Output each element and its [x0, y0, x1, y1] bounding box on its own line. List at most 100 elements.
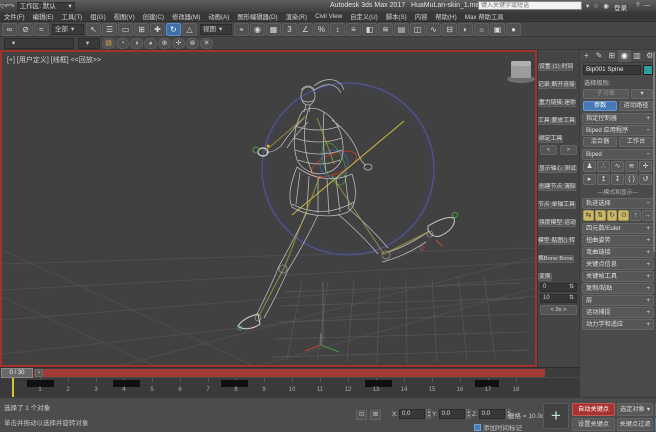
menu-item[interactable]: 图形编辑器(D) — [233, 12, 281, 21]
x-value-field[interactable]: 0.0 — [399, 409, 425, 419]
animation-key[interactable] — [113, 380, 140, 387]
object-name-field[interactable]: Bip001 Spine — [583, 65, 641, 75]
move-all-icon[interactable]: ↺ — [639, 174, 652, 185]
keyboard-override-icon[interactable]: ▦ — [266, 23, 281, 36]
strip-button[interactable]: 显示轴心 — [538, 165, 563, 173]
lock-com-icon[interactable]: ⊙ — [618, 210, 629, 221]
menu-item[interactable]: 渲染(R) — [282, 12, 311, 21]
strip-arrow-button[interactable]: > — [560, 145, 577, 155]
subobject-level-dropdown[interactable]: ▾ — [631, 89, 653, 99]
time-slider-handle[interactable]: 0 / 30 — [1, 368, 33, 378]
named-selection-dropdown[interactable]: ▾ — [4, 38, 74, 49]
favorites-icon[interactable]: ☆ — [593, 3, 599, 10]
row2-icon-6[interactable]: ⊗ — [186, 38, 199, 49]
menu-item[interactable]: 修改器(M) — [168, 12, 204, 21]
curve-editor-icon[interactable]: ∿ — [426, 23, 441, 36]
time-slider[interactable]: 0 / 30 > — [0, 367, 580, 377]
strip-nav-button[interactable]: < 3x > — [540, 305, 577, 315]
menu-item[interactable]: 工具(T) — [58, 12, 87, 21]
render-setup-icon[interactable]: ☼ — [474, 23, 489, 36]
strip-arrow-button[interactable]: < — [540, 145, 557, 155]
tab-create[interactable]: + — [580, 50, 593, 62]
row2-icon-5[interactable]: ✛ — [172, 38, 185, 49]
strip-spinner[interactable]: 10⇅ — [540, 294, 577, 303]
rect-selection-icon[interactable]: ▭ — [118, 23, 133, 36]
strip-spinner[interactable]: 0⇅ — [540, 283, 577, 292]
percent-snap-icon[interactable]: % — [314, 23, 329, 36]
named-selection-sets-icon[interactable]: ≡ — [346, 23, 361, 36]
reference-coordinate-dropdown[interactable]: 视图▾ — [200, 24, 232, 35]
layer-list-icon[interactable]: ▤ — [102, 38, 115, 49]
object-color-swatch[interactable] — [643, 65, 653, 75]
perspective-viewport[interactable]: [+] [用户定义] [线框] <<回放>> — [0, 50, 537, 367]
rollout-biped-apps[interactable]: Biped 应用程序− — [582, 125, 654, 136]
rollout-collapsed[interactable]: 层+ — [582, 295, 654, 306]
rollout-collapsed[interactable]: 四元数/Euler+ — [582, 223, 654, 234]
biped-bones[interactable] — [259, 116, 428, 316]
rollout-collapsed[interactable]: 复制/粘贴+ — [582, 283, 654, 294]
z-value-field[interactable]: 0.0 — [479, 409, 505, 419]
rotate-gizmo[interactable] — [262, 83, 434, 255]
track-bar[interactable]: 123456789101112131415161718 — [0, 377, 580, 397]
animation-key[interactable] — [27, 380, 54, 387]
key-filter-scope-dropdown[interactable]: 选定对象 ▾ — [617, 403, 653, 416]
y-value-field[interactable]: 0.0 — [439, 409, 465, 419]
select-scale-icon[interactable]: △ — [182, 23, 197, 36]
load-file-icon[interactable]: ↥ — [597, 174, 610, 185]
row2-icon-7[interactable]: ✕ — [200, 38, 213, 49]
tab-motion[interactable]: ◉ — [618, 50, 631, 62]
footstep-mode-icon[interactable]: ∴ — [597, 161, 610, 172]
tab-hierarchy[interactable]: ⊞ — [605, 50, 618, 62]
next-frame-button[interactable]: > — [35, 369, 43, 377]
figure-mode-icon[interactable]: ♟ — [583, 161, 596, 172]
current-frame-caret[interactable] — [12, 378, 14, 398]
set-keys-button[interactable]: + — [543, 403, 569, 429]
strip-button[interactable]: 断开连接 — [551, 81, 576, 89]
bind-spacewarp-icon[interactable]: ≈ — [34, 23, 49, 36]
animation-key[interactable] — [365, 380, 392, 387]
strip-button[interactable]: 蒙皮工具 — [551, 117, 576, 125]
strip-button[interactable]: 绑定工具 — [538, 135, 563, 143]
opposite-icon[interactable]: → — [642, 210, 653, 221]
menu-item[interactable]: 创建(C) — [139, 12, 168, 21]
workspace-dropdown[interactable]: 工作区: 默认 ▾ — [17, 2, 75, 11]
animation-key[interactable] — [221, 380, 248, 387]
strip-button[interactable]: 设置 — [538, 63, 552, 71]
select-link-icon[interactable]: ∞ — [2, 23, 17, 36]
body-rotation-icon[interactable]: ↻ — [607, 210, 618, 221]
rollout-collapsed[interactable]: 动力学和适应+ — [582, 319, 654, 330]
menu-item[interactable]: Max 帮助工具 — [461, 12, 508, 21]
selection-lock-icon[interactable]: ⊠ — [370, 410, 381, 420]
material-editor-icon[interactable]: ◐ — [458, 23, 473, 36]
menu-item[interactable]: 动画(A) — [204, 12, 233, 21]
spinner-icon[interactable]: ▲▼ — [466, 409, 471, 419]
rollout-biped[interactable]: Biped− — [582, 149, 654, 160]
menu-item[interactable]: 视图(V) — [110, 12, 139, 21]
subobject-button[interactable]: 子对象 — [583, 89, 629, 99]
tab-display[interactable]: ▥ — [631, 50, 644, 62]
rollout-collapsed[interactable]: 扭曲姿势+ — [582, 235, 654, 246]
mirror-icon[interactable]: ◧ — [362, 23, 377, 36]
help-icon[interactable]: ? — [636, 2, 640, 9]
strip-button[interactable]: 重力链接 — [538, 99, 563, 107]
menu-item[interactable]: 自定义(U) — [346, 12, 382, 21]
convert-icon[interactable]: ( ) — [625, 174, 638, 185]
key-filters-button[interactable]: 关键点过滤器... — [617, 418, 653, 431]
spinner-arrows-icon[interactable]: ⇅ — [569, 295, 574, 302]
menu-item[interactable]: 脚本(S) — [382, 12, 411, 21]
rollout-assign-controller[interactable]: 指定控制器+ — [582, 113, 654, 124]
mixer-mode-icon[interactable]: ≋ — [625, 161, 638, 172]
motion-paths-button[interactable]: 运动路径 — [619, 101, 653, 111]
menu-item[interactable]: 帮助(H) — [431, 12, 460, 21]
move-all-mode-icon[interactable]: ✛ — [639, 161, 652, 172]
parameters-button[interactable]: 参数 — [583, 101, 617, 111]
strip-button[interactable]: 创建节点 — [538, 183, 563, 191]
menu-item[interactable]: 文件(F) — [0, 12, 29, 21]
window-crossing-icon[interactable]: ⊞ — [134, 23, 149, 36]
rollout-collapsed[interactable]: 弯曲链接+ — [582, 247, 654, 258]
spinner-icon[interactable]: ▲▼ — [426, 409, 431, 419]
biped-playback-icon[interactable]: ▸ — [583, 174, 596, 185]
rollout-collapsed[interactable]: 关键点信息+ — [582, 259, 654, 270]
menu-item[interactable]: 编辑(E) — [29, 12, 58, 21]
running-character-wireframe[interactable] — [238, 80, 458, 342]
